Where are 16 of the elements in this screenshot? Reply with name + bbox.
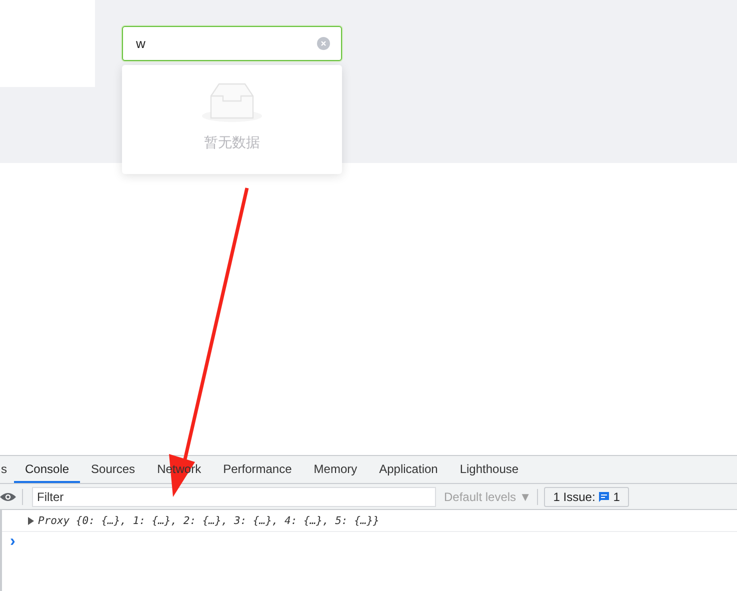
filter-field[interactable]: Filter (32, 486, 436, 506)
devtools-tab[interactable]: Sources (80, 456, 146, 483)
console-prompt: › (10, 534, 16, 550)
devtools-tab[interactable]: s (0, 456, 14, 483)
issues-button[interactable]: 1 Issue: 1 (544, 486, 629, 506)
expand-triangle-icon[interactable] (28, 516, 34, 524)
search-field[interactable]: w (122, 26, 342, 61)
empty-box-icon (201, 82, 263, 124)
devtools-tab[interactable]: Performance (212, 456, 303, 483)
devtools-tab[interactable]: Lighthouse (448, 456, 530, 483)
empty-message: 暂无数据 (204, 134, 260, 152)
devtools-tab[interactable]: Memory (302, 456, 368, 483)
eye-icon[interactable] (0, 492, 16, 502)
devtools-tab[interactable]: Application (368, 456, 449, 483)
log-entry[interactable]: Proxy {0: {…}, 1: {…}, 2: {…}, 3: {…}, 4: {…}, 5: {…}} (38, 514, 380, 526)
message-icon (598, 490, 610, 502)
